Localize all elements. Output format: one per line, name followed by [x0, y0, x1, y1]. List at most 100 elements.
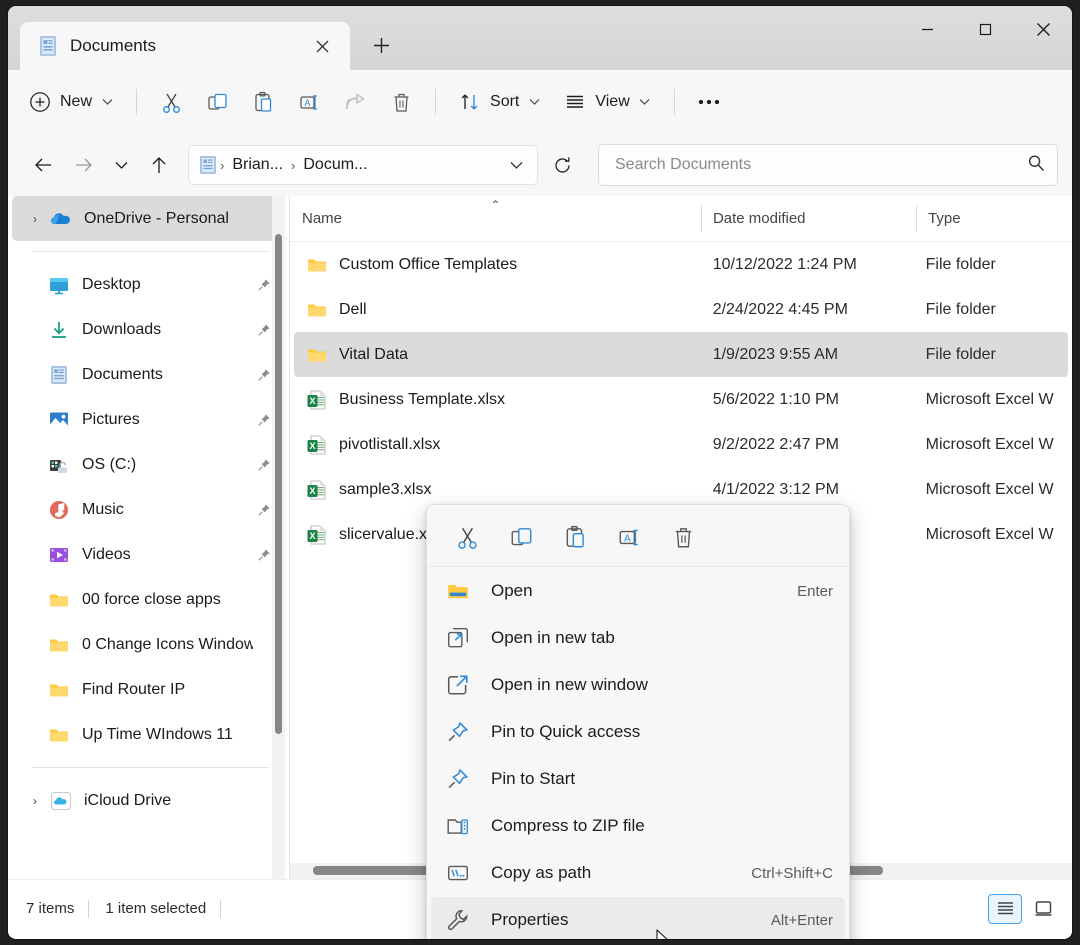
minimize-button[interactable] — [898, 6, 956, 52]
back-button[interactable] — [24, 147, 62, 183]
pin-icon[interactable] — [255, 412, 273, 428]
file-name-cell[interactable]: Xpivotlistall.xlsx — [294, 434, 701, 456]
chevron-right-icon[interactable]: › — [22, 794, 48, 808]
delete-button[interactable] — [379, 82, 423, 122]
pin-icon[interactable] — [255, 502, 273, 518]
zip-icon — [445, 813, 471, 839]
sidebar-item-music[interactable]: Music — [12, 487, 285, 532]
file-name-cell[interactable]: Custom Office Templates — [294, 254, 701, 276]
file-name-cell[interactable]: Xsample3.xlsx — [294, 479, 701, 501]
large-icons-view-toggle[interactable] — [1026, 894, 1060, 924]
rename-button[interactable]: A — [603, 516, 655, 560]
sidebar-item-downloads[interactable]: Downloads — [12, 307, 285, 352]
menu-item-properties[interactable]: PropertiesAlt+Enter — [431, 897, 845, 939]
table-row[interactable]: Xpivotlistall.xlsx9/2/2022 2:47 PMMicros… — [294, 422, 1068, 467]
file-name-cell[interactable]: XBusiness Template.xlsx — [294, 389, 701, 411]
menu-item-open[interactable]: OpenEnter — [431, 568, 845, 614]
menu-item-copy-as-path[interactable]: Copy as pathCtrl+Shift+C — [431, 850, 845, 896]
breadcrumb-item-documents[interactable]: Docum... — [298, 156, 372, 174]
details-view-toggle[interactable] — [988, 894, 1022, 924]
sidebar-item-os-c[interactable]: OS (C:) — [12, 442, 285, 487]
search-icon[interactable] — [1027, 154, 1045, 177]
column-header-type[interactable]: Type — [916, 196, 1072, 241]
status-divider — [88, 900, 89, 918]
menu-item-open-in-new-window[interactable]: Open in new window — [431, 662, 845, 708]
rename-button[interactable]: A — [287, 82, 331, 122]
breadcrumb-item-user[interactable]: Brian... — [227, 156, 288, 174]
file-explorer-window: Documents — [8, 6, 1072, 939]
sidebar-item-pictures[interactable]: Pictures — [12, 397, 285, 442]
tab-documents[interactable]: Documents — [20, 22, 350, 70]
menu-item-compress-to-zip-file[interactable]: Compress to ZIP file — [431, 803, 845, 849]
sidebar-item-desktop[interactable]: Desktop — [12, 262, 285, 307]
breadcrumb-separator: › — [219, 158, 225, 173]
new-button[interactable]: New — [18, 82, 124, 122]
rename-icon: A — [297, 90, 321, 114]
file-name-label: sample3.xlsx — [339, 481, 431, 499]
svg-text:X: X — [309, 441, 315, 451]
table-row[interactable]: Vital Data1/9/2023 9:55 AMFile folder — [294, 332, 1068, 377]
pin-icon[interactable] — [255, 277, 273, 293]
view-button[interactable]: View — [553, 82, 661, 122]
menu-item-pin-to-quick-access[interactable]: Pin to Quick access — [431, 709, 845, 755]
share-button[interactable] — [333, 82, 377, 122]
table-row[interactable]: Dell2/24/2022 4:45 PMFile folder — [294, 287, 1068, 332]
sidebar-item-up-time-windows-11[interactable]: Up Time WIndows 11 — [12, 712, 285, 757]
folder-icon — [306, 299, 328, 321]
search-input[interactable] — [615, 156, 1027, 174]
copy-button[interactable] — [495, 516, 547, 560]
file-name-cell[interactable]: Dell — [294, 299, 701, 321]
cut-button[interactable] — [441, 516, 493, 560]
address-bar-row: › Brian... › Docum... — [8, 134, 1072, 196]
context-menu[interactable]: A OpenEnterOpen in new tabOpen in new wi… — [426, 504, 850, 939]
sidebar-scrollbar-thumb[interactable] — [275, 234, 282, 734]
sidebar-item-find-router-ip[interactable]: Find Router IP — [12, 667, 285, 712]
delete-button[interactable] — [657, 516, 709, 560]
icloud-icon — [50, 790, 72, 812]
new-tab-icon[interactable] — [358, 22, 404, 68]
pin-icon[interactable] — [255, 547, 273, 563]
sidebar-item-documents[interactable]: Documents — [12, 352, 285, 397]
pin-icon[interactable] — [255, 322, 273, 338]
recent-locations-button[interactable] — [104, 147, 138, 183]
copy-path-icon — [445, 860, 471, 886]
refresh-button[interactable] — [542, 147, 582, 183]
maximize-button[interactable] — [956, 6, 1014, 52]
up-button[interactable] — [140, 147, 178, 183]
open-folder-icon — [445, 578, 471, 604]
navigation-pane[interactable]: ›OneDrive - Personal Desktop Downloads Docu… — [8, 196, 289, 879]
sidebar-item-00-force-close-apps[interactable]: 00 force close apps — [12, 577, 285, 622]
paste-button[interactable] — [241, 82, 285, 122]
breadcrumb-dropdown-icon[interactable] — [501, 150, 531, 180]
sort-button[interactable]: Sort — [448, 82, 551, 122]
sidebar-item-0-change-icons-window[interactable]: 0 Change Icons Window — [12, 622, 285, 667]
breadcrumb[interactable]: › Brian... › Docum... — [188, 145, 538, 185]
sidebar-item-label: Downloads — [82, 321, 253, 339]
pin-icon[interactable] — [255, 367, 273, 383]
forward-button[interactable] — [64, 147, 102, 183]
column-header-name[interactable]: ⌃ Name — [290, 196, 701, 241]
sidebar-item-onedrive-personal[interactable]: ›OneDrive - Personal — [12, 196, 285, 241]
paste-button[interactable] — [549, 516, 601, 560]
chevron-right-icon[interactable]: › — [22, 212, 48, 226]
sidebar-item-videos[interactable]: Videos — [12, 532, 285, 577]
close-tab-icon[interactable] — [308, 32, 336, 60]
column-header-date[interactable]: Date modified — [701, 196, 916, 241]
date-modified-cell: 5/6/2022 1:10 PM — [701, 391, 914, 409]
table-row[interactable]: Custom Office Templates10/12/2022 1:24 P… — [294, 242, 1068, 287]
sidebar-item-icloud-drive[interactable]: ›iCloud Drive — [12, 778, 285, 823]
file-name-cell[interactable]: Vital Data — [294, 344, 701, 366]
copy-button[interactable] — [195, 82, 239, 122]
context-menu-items: OpenEnterOpen in new tabOpen in new wind… — [427, 568, 849, 939]
cut-button[interactable] — [149, 82, 193, 122]
documents-icon — [48, 364, 70, 386]
see-more-button[interactable] — [687, 82, 731, 122]
search-box[interactable] — [598, 144, 1058, 186]
menu-item-pin-to-start[interactable]: Pin to Start — [431, 756, 845, 802]
menu-item-open-in-new-tab[interactable]: Open in new tab — [431, 615, 845, 661]
pin-icon[interactable] — [255, 457, 273, 473]
file-name-label: Vital Data — [339, 346, 408, 364]
table-row[interactable]: XBusiness Template.xlsx5/6/2022 1:10 PMM… — [294, 377, 1068, 422]
sidebar-item-label: Documents — [82, 366, 253, 384]
close-button[interactable] — [1014, 6, 1072, 52]
